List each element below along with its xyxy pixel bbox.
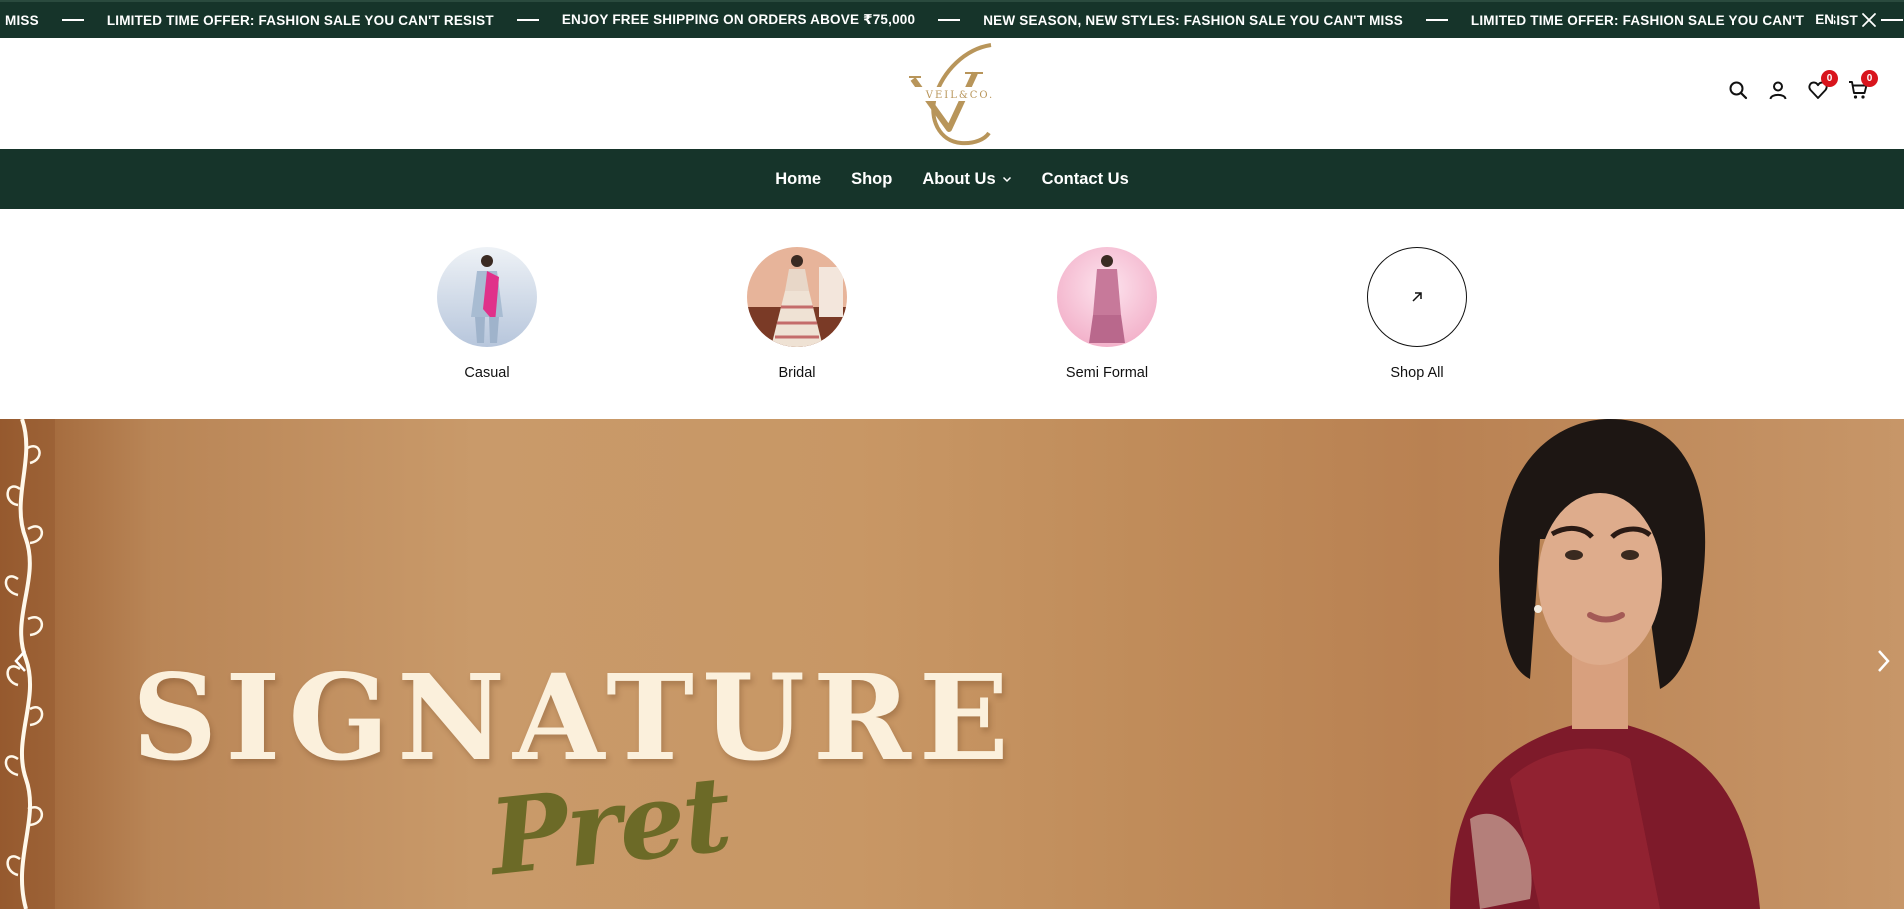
announcement-message: LIMITED TIME OFFER: FASHION SALE YOU CAN… [1470,12,1858,28]
announcement-message: NEW SEASON, NEW STYLES: FASHION SALE YOU… [983,12,1403,28]
main-nav: Home Shop About Us Contact Us [0,149,1904,209]
brand-logo[interactable]: VEIL&CO. [905,41,1015,147]
category-bridal[interactable]: Bridal [737,247,857,381]
wishlist-button[interactable]: 0 [1808,70,1838,100]
announcement-message: LIMITED TIME OFFER: FASHION SALE YOU CAN… [106,12,494,28]
divider [61,19,84,21]
cart-button[interactable]: 0 [1848,70,1878,100]
wishlist-count-badge: 0 [1821,70,1838,87]
hero-subtitle: Pret [484,751,735,900]
category-image [747,247,847,347]
nav-item-contact-us[interactable]: Contact Us [1042,170,1129,189]
chevron-left-icon[interactable] [10,647,32,675]
announcement-ticker: MISS LIMITED TIME OFFER: FASHION SALE YO… [0,2,1904,38]
category-strip: Casual Bridal Semi Formal Shop All [0,209,1904,419]
category-image [1057,247,1157,347]
logo-text: VEIL&CO. [925,90,994,101]
announcement-bar: MISS LIMITED TIME OFFER: FASHION SALE YO… [0,0,1904,38]
divider [516,19,539,21]
nav-item-label: About Us [922,169,996,188]
announcement-message: ENJOY FREE SHIPPING ON ORDERS ABOVE ₹75,… [561,12,916,27]
site-header: VEIL&CO. 0 0 [0,38,1904,149]
language-selector[interactable]: EN [1805,2,1834,38]
category-image [437,247,537,347]
divider [1425,19,1448,21]
shop-all-circle [1367,247,1467,347]
category-semi-formal[interactable]: Semi Formal [1047,247,1167,381]
hero-title: SIGNATURE [132,648,1017,787]
close-icon[interactable] [1860,11,1878,29]
category-label: Bridal [778,365,816,381]
chevron-right-icon[interactable] [1872,647,1894,675]
category-label: Casual [464,365,510,381]
arrow-up-right-icon [1412,292,1422,302]
nav-item-home[interactable]: Home [775,170,821,189]
category-label: Shop All [1390,365,1444,381]
nav-item-shop[interactable]: Shop [851,170,892,189]
chevron-down-icon [1002,176,1011,183]
cart-count-badge: 0 [1861,70,1878,87]
divider [938,19,961,21]
hero-model-image [1450,419,1760,909]
category-casual[interactable]: Casual [427,247,547,381]
announcement-message: MISS [5,12,39,28]
hero-banner: SIGNATURE Pret [0,419,1904,909]
category-shop-all[interactable]: Shop All [1357,247,1477,381]
category-label: Semi Formal [1065,365,1149,381]
search-icon[interactable] [1728,80,1748,100]
divider [1880,19,1903,21]
nav-item-about-us[interactable]: About Us [922,170,1011,189]
account-icon[interactable] [1768,80,1788,100]
header-icons: 0 0 [1728,70,1878,100]
